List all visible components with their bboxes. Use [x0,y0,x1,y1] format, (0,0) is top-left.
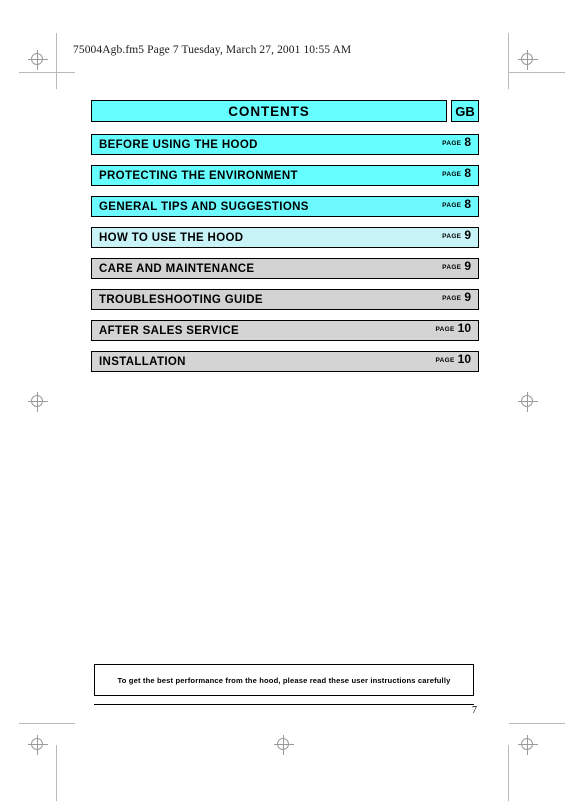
crop-mark-line-top-left-vertical [56,33,57,89]
toc-row-title: PROTECTING THE ENVIRONMENT [99,169,298,182]
toc-row[interactable]: BEFORE USING THE HOOD PAGE 8 [91,134,479,155]
toc-row-page-reference: PAGE 8 [442,197,471,216]
toc-row-page-reference: PAGE 10 [436,352,472,371]
registration-mark-middle-left [28,392,48,412]
footer-divider [94,704,474,705]
crop-mark-line-bottom-right-vertical [508,745,509,801]
registration-mark-top-right [518,50,538,70]
toc-row-title: TROUBLESHOOTING GUIDE [99,293,263,306]
toc-page-number: 9 [464,228,471,242]
toc-page-label: PAGE [442,295,462,302]
toc-row[interactable]: HOW TO USE THE HOOD PAGE 9 [91,227,479,248]
toc-page-label: PAGE [435,326,455,333]
toc-page-label: PAGE [442,264,462,271]
toc-page-number: 8 [464,166,471,180]
toc-page-number: 9 [464,290,471,304]
crop-mark-line-top-left-horizontal [19,72,75,73]
crop-mark-line-bottom-right-horizontal [509,723,565,724]
crop-mark-line-top-right-vertical [508,33,509,89]
registration-crosshair-horizontal [28,59,48,60]
toc-row-title: HOW TO USE THE HOOD [99,231,244,244]
registration-crosshair-vertical [527,50,528,70]
contents-page-body: CONTENTS GB BEFORE USING THE HOOD PAGE 8 PR… [91,100,479,382]
registration-mark-bottom-center [274,735,294,755]
toc-page-label: PAGE [442,140,462,147]
toc-row-title: CARE AND MAINTENANCE [99,262,255,275]
toc-row-page-reference: PAGE 10 [436,321,472,340]
toc-row[interactable]: AFTER SALES SERVICE PAGE 10 [91,320,479,341]
footer-note-text: To get the best performance from the hoo… [117,675,451,685]
crop-mark-line-bottom-left-vertical [56,745,57,801]
language-badge: GB [451,100,479,122]
registration-crosshair-horizontal [274,744,294,745]
toc-page-label: PAGE [442,171,462,178]
registration-crosshair-horizontal [28,401,48,402]
toc-row-page-reference: PAGE 9 [442,290,471,309]
registration-crosshair-horizontal [518,401,538,402]
registration-mark-bottom-right [518,735,538,755]
toc-page-label: PAGE [442,233,462,240]
page-title: CONTENTS [91,100,447,122]
toc-row-page-reference: PAGE 8 [442,135,471,154]
crop-mark-line-top-right-horizontal [509,72,565,73]
toc-row[interactable]: GENERAL TIPS AND SUGGESTIONS PAGE 8 [91,196,479,217]
registration-mark-middle-right [518,392,538,412]
table-of-contents-list: BEFORE USING THE HOOD PAGE 8 PROTECTING THE… [91,134,479,372]
registration-crosshair-vertical [283,735,284,755]
registration-crosshair-vertical [37,50,38,70]
toc-row-page-reference: PAGE 8 [442,166,471,185]
footer-note-box: To get the best performance from the hoo… [94,664,474,696]
contents-title-row: CONTENTS GB [91,100,479,122]
toc-page-number: 10 [457,321,471,335]
registration-mark-bottom-left [28,735,48,755]
toc-page-number: 8 [464,135,471,149]
toc-row-title: AFTER SALES SERVICE [99,324,239,337]
registration-crosshair-vertical [527,735,528,755]
toc-row[interactable]: INSTALLATION PAGE 10 [91,351,479,372]
toc-page-label: PAGE [435,357,455,364]
registration-crosshair-horizontal [28,744,48,745]
toc-row-page-reference: PAGE 9 [442,228,471,247]
toc-row-page-reference: PAGE 9 [442,259,471,278]
toc-row-title: GENERAL TIPS AND SUGGESTIONS [99,200,309,213]
toc-page-number: 9 [464,259,471,273]
registration-crosshair-horizontal [518,59,538,60]
registration-crosshair-vertical [527,392,528,412]
registration-crosshair-vertical [37,392,38,412]
page-number: 7 [472,705,477,716]
registration-crosshair-vertical [37,735,38,755]
registration-crosshair-horizontal [518,744,538,745]
toc-page-number: 8 [464,197,471,211]
toc-page-label: PAGE [442,202,462,209]
toc-row-title: INSTALLATION [99,355,186,368]
toc-row[interactable]: TROUBLESHOOTING GUIDE PAGE 9 [91,289,479,310]
toc-row-title: BEFORE USING THE HOOD [99,138,258,151]
crop-mark-line-bottom-left-horizontal [19,723,75,724]
file-header-text: 75004Agb.fm5 Page 7 Tuesday, March 27, 2… [73,44,352,56]
toc-row[interactable]: CARE AND MAINTENANCE PAGE 9 [91,258,479,279]
registration-mark-top-left [28,50,48,70]
toc-page-number: 10 [457,352,471,366]
toc-row[interactable]: PROTECTING THE ENVIRONMENT PAGE 8 [91,165,479,186]
